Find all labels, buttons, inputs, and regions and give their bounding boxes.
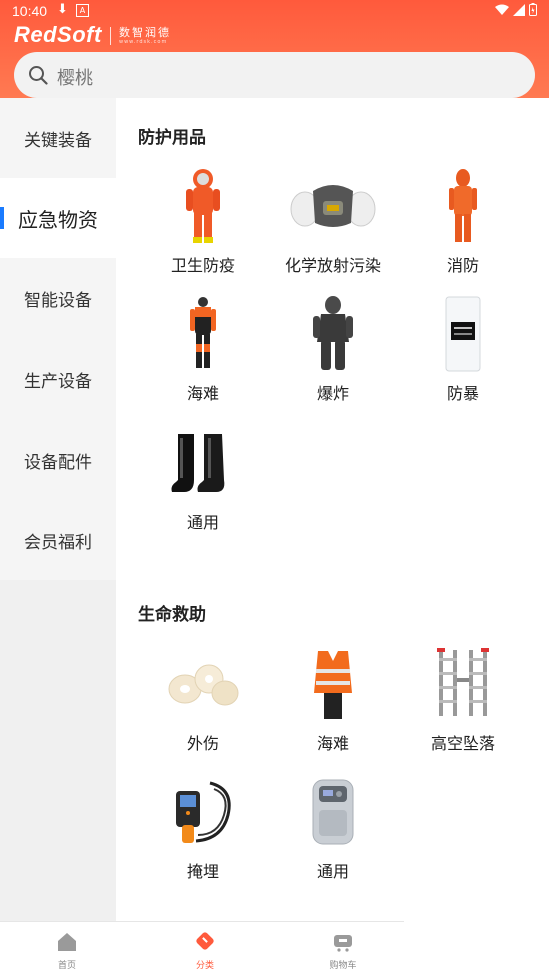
product-label: 通用 (186, 513, 219, 532)
product-label: 掩埋 (186, 862, 219, 881)
sidebar-item-label: 智能设备 (24, 290, 92, 311)
inspection-camera-icon (158, 772, 248, 852)
product-item[interactable]: 海难 (138, 294, 268, 404)
product-item[interactable]: 爆炸 (268, 294, 398, 404)
brand-name: RedSoft (14, 22, 102, 47)
fire-suit-icon (418, 166, 508, 246)
product-label: 高空坠落 (430, 734, 495, 753)
product-label: 外伤 (186, 734, 219, 753)
sidebar-item-smart-devices[interactable]: 智能设备 (0, 258, 116, 338)
signal-icon (513, 3, 525, 16)
search-input[interactable]: 樱桃 (14, 52, 535, 98)
sidebar-item-label: 关键装备 (24, 130, 92, 151)
product-item[interactable]: 化学放射污染 (268, 166, 398, 276)
sidebar-item-label: 应急物资 (18, 207, 98, 232)
sidebar-item-label: 会员福利 (24, 532, 92, 553)
product-label: 海难 (186, 384, 219, 403)
battery-icon (529, 3, 537, 16)
active-indicator (0, 207, 4, 229)
logo-divider (110, 27, 111, 45)
tab-label: 购物车 (329, 961, 357, 971)
brand-cn-name: 数智润德 (119, 26, 171, 39)
category-sidebar: 关键装备 应急物资 智能设备 生产设备 设备配件 会员福利 (0, 98, 116, 921)
product-item[interactable]: 高空坠落 (398, 644, 528, 754)
category-content: 防护用品 卫生防疫 化学放射污染 消防 海难 爆炸 防暴 通用 生命救助 外伤 … (116, 98, 549, 921)
search-icon (29, 66, 48, 85)
tab-label: 分类 (195, 961, 214, 971)
bandage-rolls-icon (158, 644, 248, 724)
oxygen-concentrator-icon (288, 772, 378, 852)
product-label: 消防 (446, 256, 479, 275)
product-label: 防暴 (446, 384, 479, 403)
product-item[interactable]: 消防 (398, 166, 528, 276)
app-notification-icon: A (76, 4, 89, 17)
orange-hazmat-suit-icon (158, 166, 248, 246)
product-item[interactable]: 海难 (268, 644, 398, 754)
sidebar-item-emergency-supplies[interactable]: 应急物资 (0, 178, 116, 258)
gas-mask-icon (288, 166, 378, 246)
cart-icon (334, 935, 352, 952)
sidebar-item-label: 设备配件 (24, 452, 92, 473)
product-item[interactable]: 通用 (268, 772, 398, 882)
product-label: 通用 (316, 862, 349, 881)
search-placeholder: 樱桃 (57, 68, 93, 89)
product-label: 化学放射污染 (284, 256, 381, 275)
tab-home[interactable]: 首页 (0, 922, 134, 978)
status-icons (495, 3, 537, 16)
sidebar-item-label: 生产设备 (24, 371, 92, 392)
bottom-tab-bar: 首页 分类 购物车 (0, 921, 404, 978)
tab-category[interactable]: 分类 (138, 922, 272, 978)
tab-label: 首页 (57, 961, 76, 971)
riot-shield-icon (418, 294, 508, 374)
product-item[interactable]: 防暴 (398, 294, 528, 404)
status-time: 10:40 (12, 3, 48, 19)
sidebar-item-key-equipment[interactable]: 关键装备 (0, 98, 116, 178)
bomb-suit-icon (288, 294, 378, 374)
rubber-boots-icon (158, 423, 248, 503)
ladder-icon (418, 644, 508, 724)
wetsuit-icon (158, 294, 248, 374)
product-item[interactable]: 卫生防疫 (138, 166, 268, 276)
sidebar-item-production-equipment[interactable]: 生产设备 (0, 339, 116, 419)
download-icon: ⬇ (57, 2, 68, 17)
product-item[interactable]: 通用 (138, 423, 268, 533)
product-label: 海难 (316, 734, 349, 753)
brand-logo: RedSoft 数智润德 www.rdsk.com (14, 22, 169, 48)
section-title-life-rescue: 生命救助 (138, 605, 206, 625)
category-icon (196, 932, 214, 950)
section-title-protective: 防护用品 (138, 128, 206, 148)
sidebar-item-equipment-parts[interactable]: 设备配件 (0, 420, 116, 500)
product-label: 爆炸 (316, 384, 349, 403)
product-item[interactable]: 外伤 (138, 644, 268, 754)
home-icon (58, 933, 76, 951)
status-bar: 10:40 ⬇ A (0, 0, 549, 22)
sidebar-item-member-benefits[interactable]: 会员福利 (0, 500, 116, 580)
product-item[interactable]: 掩埋 (138, 772, 268, 882)
wifi-icon (495, 4, 509, 15)
brand-url: www.rdsk.com (119, 39, 168, 45)
life-vest-icon (288, 644, 378, 724)
sidebar-empty-area (0, 580, 116, 921)
tab-cart[interactable]: 购物车 (276, 922, 410, 978)
product-label: 卫生防疫 (170, 256, 235, 275)
